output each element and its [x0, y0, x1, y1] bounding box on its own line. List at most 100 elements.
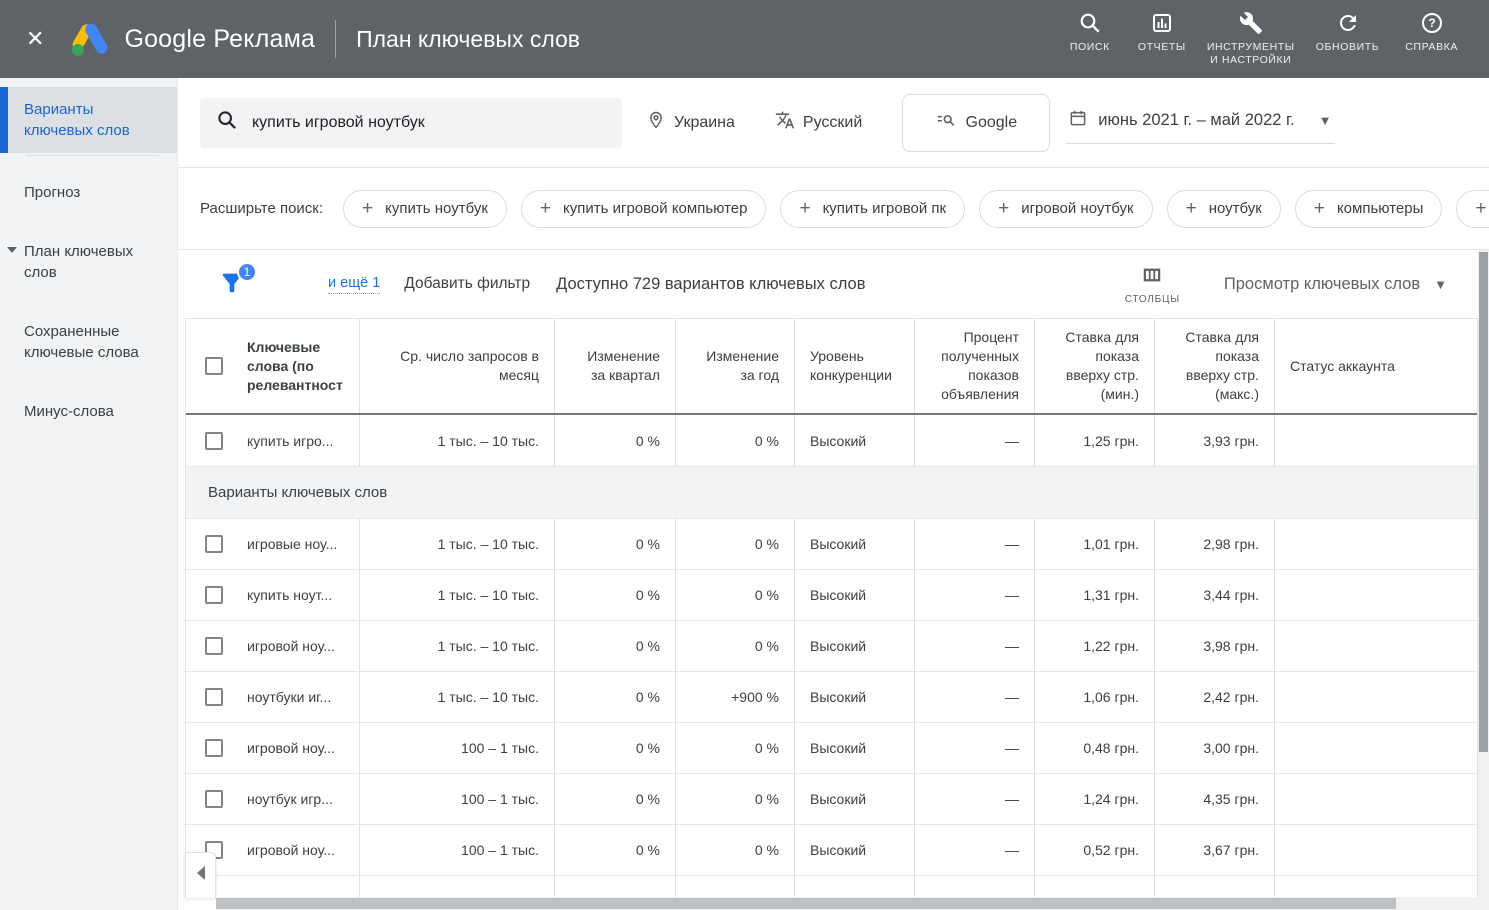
close-icon[interactable]: ✕ — [26, 28, 44, 50]
yoy-change-cell: 0 % — [675, 519, 794, 569]
table-row: игровые ноу... 1 тыс. – 10 тыс. 0 % 0 % … — [186, 519, 1477, 570]
keyword-ideas-section-row: Варианты ключевых слов — [186, 467, 1477, 519]
avg-monthly-cell: 100 – 1 тыс. — [359, 723, 554, 773]
search-input[interactable] — [252, 114, 606, 132]
topbar-help-button[interactable]: ? СПРАВКА — [1392, 11, 1471, 54]
date-range-selector[interactable]: июнь 2021 г. – май 2022 г. ▼ — [1066, 102, 1335, 144]
competition-cell: Высокий — [794, 415, 914, 466]
svg-text:?: ? — [1428, 16, 1435, 30]
keyword-chip-cutoff[interactable]: + — [1456, 190, 1489, 228]
bid-low-cell: 1,06 грн. — [1034, 672, 1154, 722]
topbar-search-button[interactable]: ПОИСК — [1055, 11, 1125, 54]
row-checkbox[interactable] — [205, 432, 223, 450]
date-range-value: июнь 2021 г. – май 2022 г. — [1098, 111, 1294, 130]
header-account-status[interactable]: Статус аккаунта — [1274, 319, 1477, 413]
translate-icon — [775, 110, 795, 135]
yoy-change-cell: 0 % — [675, 825, 794, 875]
keyword-chip[interactable]: + компьютеры — [1295, 190, 1443, 228]
keyword-search-box[interactable] — [200, 98, 622, 148]
header-yoy-change[interactable]: Изменение за год — [675, 319, 794, 413]
keyword-chip[interactable]: +купить ноутбук — [343, 190, 507, 228]
keyword-chip[interactable]: + купить игровой пк — [780, 190, 965, 228]
row-checkbox-cell — [186, 621, 241, 671]
quarterly-change-cell: 0 % — [554, 621, 675, 671]
sidebar-item-saved-keywords[interactable]: Сохраненные ключевые слова — [0, 309, 177, 375]
keyword-chip[interactable]: +ноутбук — [1167, 190, 1281, 228]
table-row: игровой ноу... 100 – 1 тыс. 0 % 0 % Высо… — [186, 825, 1477, 876]
topbar-divider — [335, 20, 336, 58]
competition-cell: Высокий — [794, 672, 914, 722]
select-all-checkbox[interactable] — [205, 357, 223, 375]
chevron-down-icon[interactable] — [7, 247, 17, 253]
sidebar-item-label: План ключевых слов — [24, 243, 133, 281]
keyword-cell: игровой ноу... — [241, 825, 359, 875]
horizontal-scrollbar[interactable] — [216, 897, 1478, 910]
row-checkbox[interactable] — [205, 535, 223, 553]
app-root: ✕ Google Реклама План ключевых слов ПОИС… — [0, 0, 1489, 910]
header-keyword[interactable]: Ключевые слова (по релевантност — [241, 319, 359, 413]
row-checkbox[interactable] — [205, 790, 223, 808]
bid-low-cell: 1,31 грн. — [1034, 570, 1154, 620]
header-quarterly-change[interactable]: Изменение за квартал — [554, 319, 675, 413]
chevron-down-icon: ▼ — [1434, 277, 1447, 292]
chip-label: купить игровой пк — [823, 200, 947, 217]
row-checkbox[interactable] — [205, 739, 223, 757]
filter-funnel-icon[interactable]: 1 — [218, 269, 248, 299]
topbar-refresh-button[interactable]: ОБНОВИТЬ — [1303, 11, 1392, 54]
avg-monthly-cell: 1 тыс. – 10 тыс. — [359, 415, 554, 466]
brand-name: Google Реклама — [124, 25, 315, 54]
vertical-scrollbar[interactable] — [1478, 250, 1489, 910]
quarterly-change-cell: 0 % — [554, 415, 675, 466]
keyword-chip[interactable]: +игровой ноутбук — [979, 190, 1153, 228]
arrow-left-icon — [195, 865, 207, 886]
topbar-tools-button[interactable]: ИНСТРУМЕНТЫ И НАСТРОЙКИ — [1199, 11, 1303, 67]
keyword-chip[interactable]: +купить игровой компьютер — [521, 190, 767, 228]
header-avg-monthly-searches[interactable]: Ср. число запросов в месяц — [359, 319, 554, 413]
bid-high-cell: 3,00 грн. — [1154, 723, 1274, 773]
sidebar-item-keyword-ideas[interactable]: Варианты ключевых слов — [0, 87, 177, 153]
chip-label: купить игровой компьютер — [563, 200, 747, 217]
main-content: Украина Русский Google июнь 2021 г. – ма… — [178, 78, 1489, 910]
chip-label: компьютеры — [1337, 200, 1423, 217]
more-filters-link[interactable]: и ещё 1 — [328, 275, 380, 294]
keyword-cell: ноутбук игр... — [241, 774, 359, 824]
header-top-of-page-bid-high[interactable]: Ставка для показа вверху стр. (макс.) — [1154, 319, 1274, 413]
network-selector[interactable]: Google — [902, 94, 1050, 152]
columns-button[interactable]: СТОЛБЦЫ — [1125, 264, 1180, 305]
quarterly-change-cell: 0 % — [554, 672, 675, 722]
view-selector-dropdown[interactable]: Просмотр ключевых слов ▼ — [1224, 275, 1447, 294]
row-checkbox[interactable] — [205, 688, 223, 706]
header-impression-share[interactable]: Процент полученных показов объявления — [914, 319, 1034, 413]
horizontal-scrollbar-thumb[interactable] — [216, 898, 1396, 909]
header-competition[interactable]: Уровень конкуренции — [794, 319, 914, 413]
plus-icon: + — [799, 198, 810, 220]
sidebar-item-keyword-plan[interactable]: План ключевых слов — [0, 229, 177, 295]
search-toolbar: Украина Русский Google июнь 2021 г. – ма… — [178, 78, 1489, 168]
header-top-of-page-bid-low[interactable]: Ставка для показа вверху стр. (мин.) — [1034, 319, 1154, 413]
yoy-change-cell: 0 % — [675, 415, 794, 466]
add-filter-button[interactable]: Добавить фильтр — [404, 275, 530, 293]
keyword-cell: купить ноут... — [241, 570, 359, 620]
impression-share-cell: — — [914, 672, 1034, 722]
row-checkbox[interactable] — [205, 637, 223, 655]
plus-icon: + — [1314, 198, 1325, 220]
collapse-panel-button[interactable] — [185, 852, 216, 898]
refresh-icon — [1336, 11, 1360, 35]
impression-share-cell: — — [914, 570, 1034, 620]
account-status-cell — [1274, 621, 1477, 671]
location-selector[interactable]: Украина — [646, 110, 735, 135]
avg-monthly-cell: 100 – 1 тыс. — [359, 825, 554, 875]
language-selector[interactable]: Русский — [775, 110, 862, 135]
chevron-down-icon: ▼ — [1319, 113, 1332, 128]
vertical-scrollbar-thumb[interactable] — [1479, 252, 1488, 752]
location-value: Украина — [674, 114, 735, 132]
row-checkbox-cell — [186, 415, 241, 466]
chip-label: ноутбук — [1209, 200, 1262, 217]
sidebar-item-negative-keywords[interactable]: Минус-слова — [0, 389, 177, 434]
row-checkbox-cell — [186, 774, 241, 824]
yoy-change-cell: +900 % — [675, 672, 794, 722]
topbar-reports-button[interactable]: ОТЧЕТЫ — [1125, 11, 1199, 54]
bid-high-cell: 3,67 грн. — [1154, 825, 1274, 875]
row-checkbox[interactable] — [205, 586, 223, 604]
sidebar-item-forecast[interactable]: Прогноз — [0, 170, 177, 215]
